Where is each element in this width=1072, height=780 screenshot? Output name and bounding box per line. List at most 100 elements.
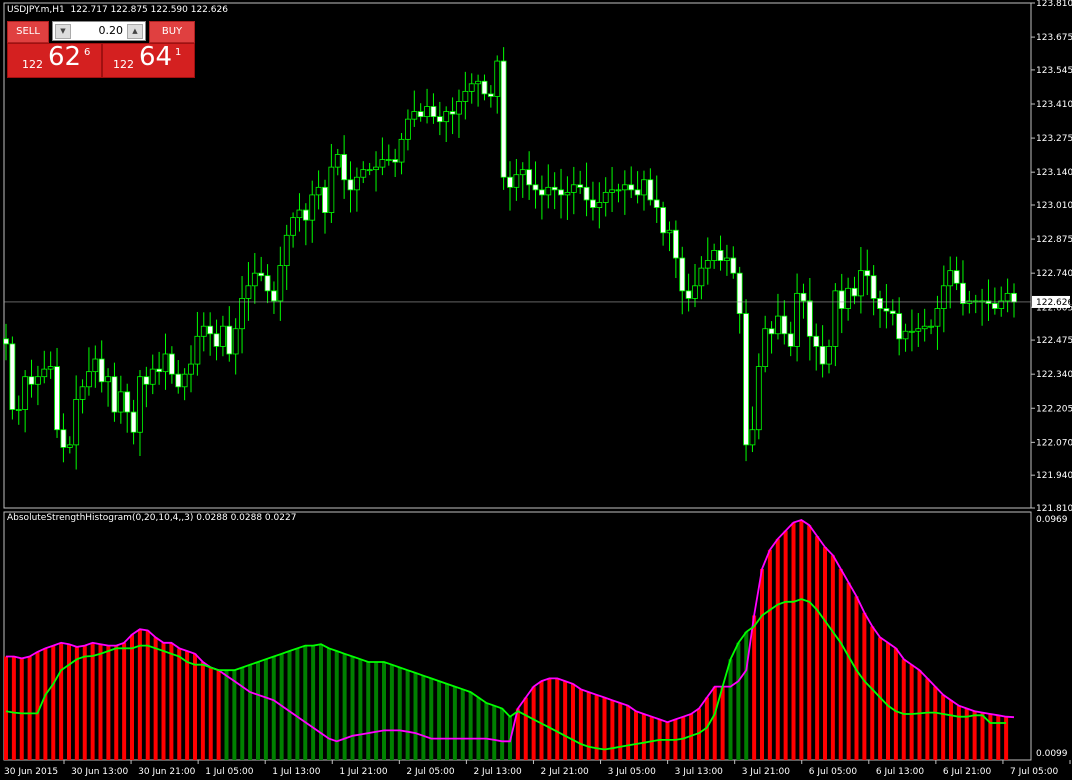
price-tick-label: 122.340 bbox=[1036, 370, 1072, 380]
bear-candle bbox=[9, 343, 16, 410]
trading-chart[interactable]: 123.810 123.675 123.545 123.410 123.275 123.1… bbox=[0, 0, 1072, 780]
histogram-bar-red bbox=[665, 722, 670, 760]
histogram-bar-green bbox=[437, 681, 442, 760]
histogram-bar-red bbox=[51, 645, 56, 760]
bull-candle bbox=[794, 292, 800, 347]
bull-candle bbox=[755, 366, 762, 431]
histogram-bar-green bbox=[382, 661, 386, 760]
bull-candle bbox=[666, 229, 673, 234]
indicator-panel-title: AbsoluteStrengthHistogram(0,20,10,4,,3) … bbox=[7, 513, 297, 523]
bear-candle bbox=[430, 106, 437, 118]
histogram-bar-red bbox=[67, 644, 71, 760]
sell-price-box[interactable]: 122 62 6 bbox=[7, 42, 102, 78]
histogram-bar-red bbox=[815, 536, 820, 760]
current-price-label: 122.626 bbox=[1036, 298, 1072, 308]
histogram-bar-green bbox=[452, 686, 457, 760]
bear-candle bbox=[264, 275, 271, 292]
buy-price-box[interactable]: 122 64 1 bbox=[102, 42, 195, 78]
bull-candle bbox=[309, 194, 316, 221]
bull-candle bbox=[86, 371, 92, 388]
bear-candle bbox=[538, 189, 545, 196]
bull-candle bbox=[940, 285, 947, 309]
bull-candle bbox=[596, 202, 603, 208]
bull-candle bbox=[66, 444, 73, 448]
bull-candle bbox=[105, 376, 111, 383]
increase-lot-icon[interactable]: ▲ bbox=[127, 24, 143, 39]
histogram-bar-red bbox=[846, 582, 851, 760]
histogram-bar-green bbox=[405, 670, 410, 760]
bear-candle bbox=[98, 358, 105, 383]
histogram-bar-red bbox=[799, 520, 804, 760]
histogram-bar-red bbox=[193, 653, 197, 760]
bear-candle bbox=[577, 184, 584, 188]
bear-candle bbox=[271, 290, 277, 302]
buy-button[interactable]: BUY bbox=[149, 21, 195, 43]
bull-candle bbox=[826, 345, 832, 365]
time-tick-label: 2 Jul 13:00 bbox=[473, 767, 522, 777]
histogram-bar-red bbox=[807, 525, 812, 760]
price-panel-title: USDJPY.m,H1 122.717 122.875 122.590 122.… bbox=[7, 5, 228, 15]
bull-candle bbox=[232, 328, 239, 355]
bull-candle bbox=[928, 325, 934, 328]
bull-candle bbox=[41, 368, 48, 378]
time-tick-label: 2 Jul 05:00 bbox=[406, 767, 455, 777]
histogram-bar-green bbox=[326, 648, 331, 760]
time-tick-label: 6 Jul 13:00 bbox=[876, 767, 925, 777]
bull-candle bbox=[79, 386, 86, 400]
histogram-bar-red bbox=[208, 667, 213, 760]
buy-price-big: 64 bbox=[139, 42, 173, 72]
bull-candle bbox=[366, 169, 373, 172]
histogram-bar-red bbox=[618, 703, 623, 760]
histogram-bar-red bbox=[830, 555, 835, 760]
histogram-bar-red bbox=[917, 670, 922, 760]
histogram-bar-red bbox=[712, 686, 717, 760]
price-tick-label: 122.875 bbox=[1036, 235, 1072, 245]
bull-candle bbox=[296, 209, 303, 219]
histogram-bar-red bbox=[925, 678, 930, 760]
histogram-bar-red bbox=[130, 634, 134, 760]
bull-candle bbox=[334, 154, 341, 168]
bull-candle bbox=[245, 285, 252, 299]
histogram-bar-green bbox=[224, 670, 229, 760]
price-candles bbox=[3, 47, 1017, 470]
bull-candle bbox=[602, 191, 609, 203]
bear-candle bbox=[838, 290, 845, 309]
sell-button[interactable]: SELL bbox=[7, 21, 49, 43]
histogram-bar-red bbox=[27, 656, 32, 760]
histogram-bar-red bbox=[169, 642, 174, 760]
bull-candle bbox=[475, 80, 482, 85]
histogram-bar-red bbox=[531, 686, 536, 760]
bull-candle bbox=[621, 184, 628, 191]
indicator-histogram bbox=[4, 520, 1009, 760]
bull-candle bbox=[704, 260, 711, 269]
histogram-bar-red bbox=[870, 626, 875, 760]
bull-candle bbox=[921, 325, 928, 330]
bear-candle bbox=[143, 376, 150, 385]
lot-size-value[interactable]: 0.20 bbox=[99, 24, 124, 37]
bull-candle bbox=[194, 335, 201, 365]
bull-candle bbox=[947, 270, 954, 287]
time-tick-label: 3 Jul 13:00 bbox=[675, 767, 724, 777]
decrease-lot-icon[interactable]: ▼ bbox=[55, 24, 71, 39]
bear-candle bbox=[883, 308, 890, 312]
chart-frame bbox=[3, 2, 1032, 761]
bull-candle bbox=[845, 287, 852, 309]
histogram-bar-red bbox=[43, 648, 48, 760]
histogram-bar-green bbox=[728, 659, 733, 760]
bear-candle bbox=[660, 207, 667, 234]
bear-candle bbox=[500, 60, 507, 178]
time-tick-label: 7 Jul 05:00 bbox=[1010, 767, 1059, 777]
time-tick-label: 6 Jul 21:00 bbox=[943, 767, 992, 777]
bear-candle bbox=[417, 111, 424, 118]
histogram-bar-red bbox=[19, 658, 24, 760]
bear-candle bbox=[60, 429, 67, 448]
histogram-bar-red bbox=[523, 697, 528, 760]
time-tick-label: 30 Jun 13:00 bbox=[71, 767, 128, 777]
bear-candle bbox=[392, 159, 399, 163]
histogram-bar-red bbox=[972, 711, 977, 760]
lot-size-stepper[interactable]: ▼ 0.20 ▲ bbox=[52, 21, 146, 41]
histogram-bar-green bbox=[256, 661, 260, 760]
histogram-bar-red bbox=[74, 646, 79, 760]
price-tick-label: 122.475 bbox=[1036, 336, 1072, 346]
bear-candle bbox=[436, 116, 443, 123]
